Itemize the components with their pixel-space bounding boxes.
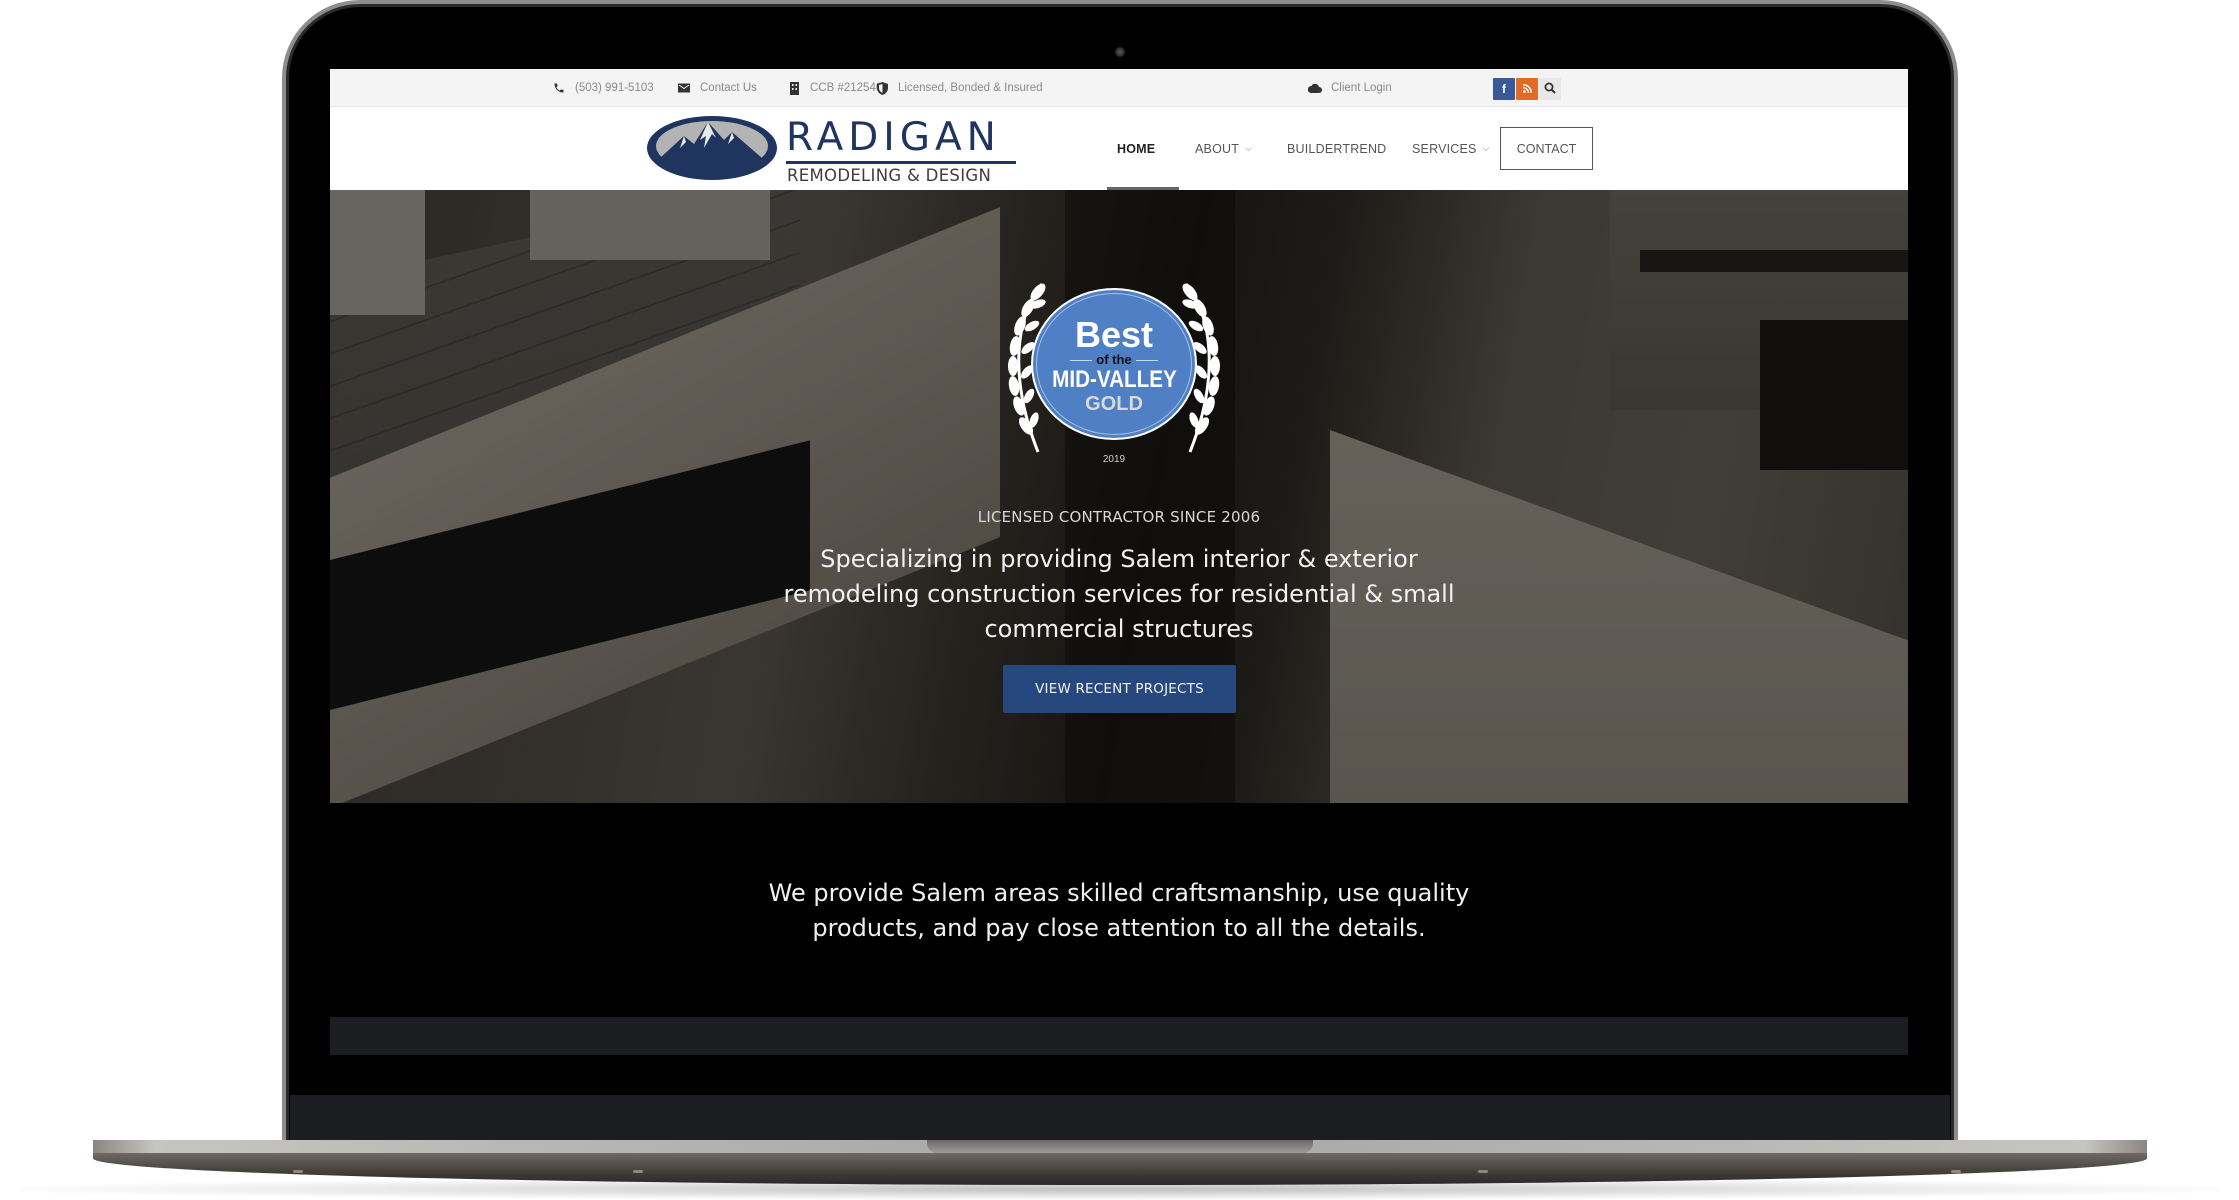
phone-icon (552, 81, 566, 95)
building-icon (787, 81, 801, 95)
nav-services-label: SERVICES (1412, 141, 1477, 156)
cloud-icon (1308, 81, 1322, 95)
hero-section: Best of the MID-VALLEY GOLD 2019 LICENSE… (330, 190, 1908, 803)
licensed-bonded-insured: Licensed, Bonded & Insured (875, 69, 1043, 107)
award-badge: Best of the MID-VALLEY GOLD 2019 (998, 276, 1230, 466)
badge-gold: GOLD (1085, 393, 1143, 415)
contact-us-link[interactable]: Contact Us (677, 69, 757, 107)
view-recent-projects-button[interactable]: VIEW RECENT PROJECTS (1003, 665, 1236, 713)
facebook-icon: f (1502, 82, 1506, 96)
base-foot (293, 1170, 303, 1173)
ccb-number: CCB #212540 (810, 82, 883, 94)
search-button[interactable] (1539, 78, 1561, 100)
content-strip (330, 1017, 1908, 1055)
phone-link[interactable]: (503) 991-5103 (552, 69, 654, 107)
base-foot (633, 1170, 643, 1173)
badge-mid-valley: MID-VALLEY (1051, 366, 1177, 393)
cta-label: VIEW RECENT PROJECTS (1035, 681, 1204, 697)
facebook-button[interactable]: f (1493, 78, 1515, 100)
badge-of-the: of the (1066, 353, 1161, 367)
top-utility-bar: (503) 991-5103 Contact Us CCB #212540 Li… (330, 69, 1908, 107)
nav-buildertrend-label: BUILDERTREND (1287, 141, 1387, 156)
site-header: RADIGAN REMODELING & DESIGN HOME ABOUT ⌵… (330, 107, 1908, 190)
search-icon (1544, 82, 1556, 97)
badge-medallion: Best of the MID-VALLEY GOLD (1031, 288, 1197, 440)
rss-button[interactable] (1516, 78, 1538, 100)
nav-services[interactable]: SERVICES ⌵ (1412, 107, 1490, 190)
licensed-text: Licensed, Bonded & Insured (898, 82, 1043, 94)
laptop-base (93, 1140, 2147, 1190)
laptop-bezel-bottom (290, 1095, 1950, 1145)
intro-text: We provide Salem areas skilled craftsman… (768, 879, 1470, 942)
nav-about-label: ABOUT (1195, 141, 1240, 156)
hero-headline: Specializing in providing Salem interior… (783, 545, 1455, 643)
contact-us-label: Contact Us (700, 82, 757, 94)
phone-number: (503) 991-5103 (575, 82, 654, 94)
shield-icon (875, 81, 889, 95)
base-foot (1478, 1170, 1488, 1173)
base-foot (1951, 1170, 1961, 1173)
client-login-link[interactable]: Client Login (1308, 69, 1392, 107)
envelope-icon (677, 81, 691, 95)
intro-section: We provide Salem areas skilled craftsman… (330, 803, 1908, 1017)
nav-about[interactable]: ABOUT ⌵ (1195, 107, 1252, 190)
base-hinge-notch (927, 1140, 1313, 1153)
nav-contact-button[interactable]: CONTACT (1500, 127, 1593, 170)
hero-kicker: LICENSED CONTRACTOR SINCE 2006 (977, 508, 1261, 526)
nav-contact-label: CONTACT (1516, 141, 1577, 156)
nav-home[interactable]: HOME (1117, 107, 1155, 190)
main-nav: HOME ABOUT ⌵ BUILDERTREND SERVICES ⌵ CON… (330, 107, 1908, 190)
base-bottom (93, 1153, 2147, 1185)
nav-buildertrend[interactable]: BUILDERTREND (1287, 107, 1386, 190)
website-screen: (503) 991-5103 Contact Us CCB #212540 Li… (330, 69, 1908, 1095)
ccb-license: CCB #212540 (787, 69, 882, 107)
chevron-down-icon: ⌵ (1245, 143, 1253, 153)
client-login-label: Client Login (1331, 82, 1392, 94)
camera-icon (1115, 47, 1125, 57)
chevron-down-icon: ⌵ (1482, 143, 1490, 153)
nav-home-label: HOME (1117, 141, 1156, 156)
rss-icon (1522, 82, 1532, 96)
badge-year: 2019 (1102, 454, 1126, 465)
badge-best: Best (1074, 314, 1154, 355)
